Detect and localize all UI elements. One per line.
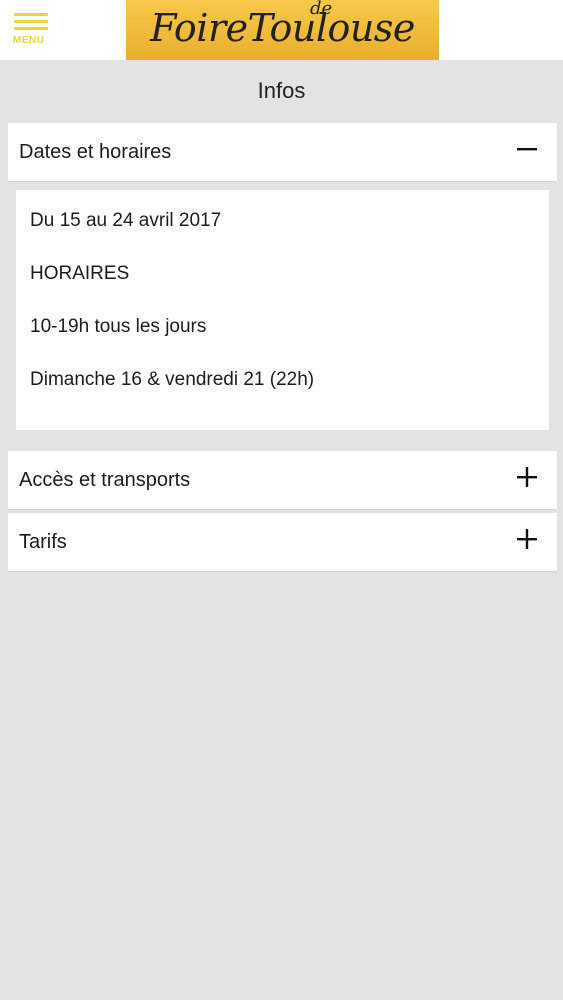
hours-text: 10-19h tous les jours (30, 316, 207, 337)
hamburger-icon-line (14, 27, 48, 30)
accordion-label: Accès et transports (19, 469, 191, 491)
logo-main-text: FoireToulouse (150, 6, 415, 50)
hours-heading: HORAIRES (30, 263, 130, 284)
hamburger-icon-line (14, 13, 48, 16)
date-range-text: Du 15 au 24 avril 2017 (30, 210, 222, 231)
menu-button[interactable]: MENU (10, 13, 54, 49)
accordion-header-tarifs[interactable]: Tarifs (8, 513, 557, 571)
accordion-label: Tarifs (19, 531, 67, 553)
accordion-body-dates: Du 15 au 24 avril 2017 HORAIRES 10-19h t… (16, 190, 549, 430)
accordion-header-acces[interactable]: Accès et transports (8, 451, 557, 509)
foire-de-toulouse-logo[interactable]: de FoireToulouse (126, 0, 439, 60)
app-header: MENU de FoireToulouse (0, 0, 563, 60)
hamburger-icon-line (14, 20, 48, 23)
plus-icon[interactable] (515, 527, 539, 551)
plus-icon[interactable] (515, 465, 539, 489)
accordion-header-dates[interactable]: Dates et horaires (8, 123, 557, 181)
menu-label: MENU (13, 35, 45, 46)
extended-hours-text: Dimanche 16 & vendredi 21 (22h) (30, 369, 315, 390)
page-title: Infos (257, 78, 306, 103)
minus-icon[interactable] (515, 137, 539, 161)
accordion-label: Dates et horaires (19, 141, 172, 163)
